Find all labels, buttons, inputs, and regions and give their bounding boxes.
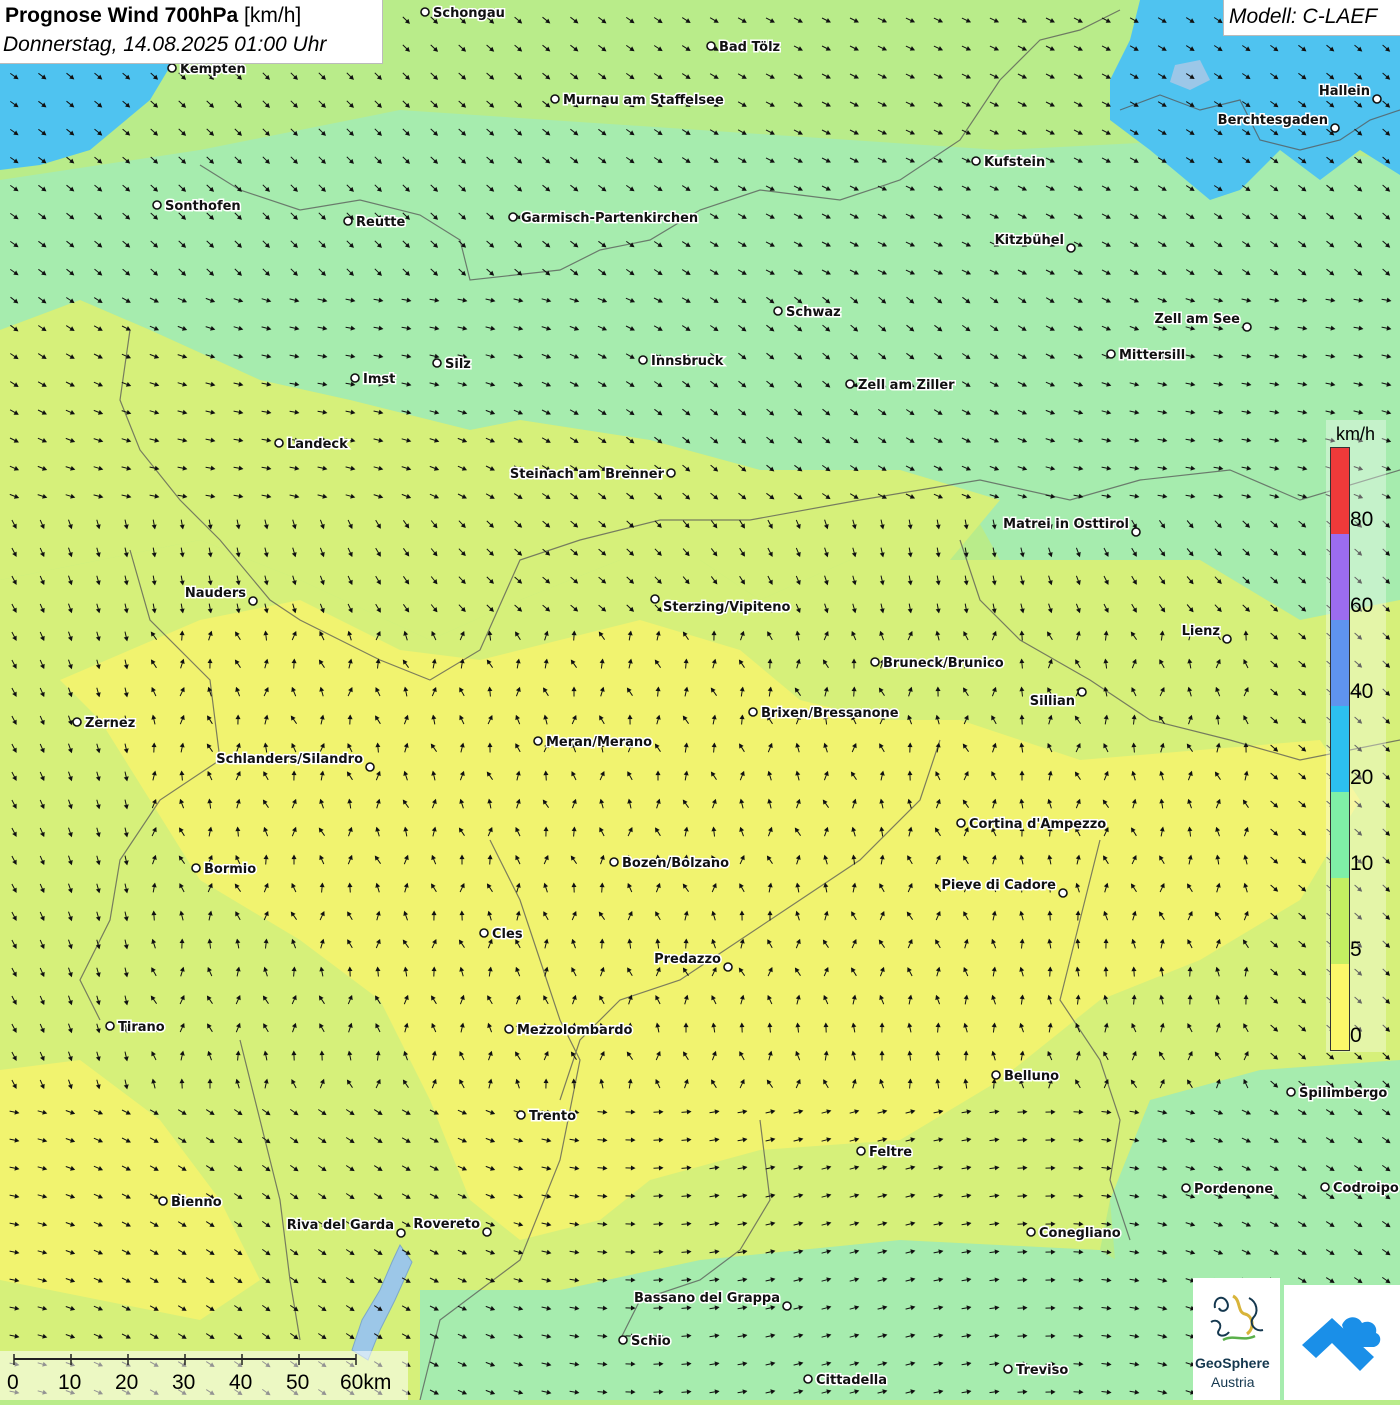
wind-map: SchongauBad TölzKemptenMurnau am Staffel… (0, 0, 1400, 1400)
